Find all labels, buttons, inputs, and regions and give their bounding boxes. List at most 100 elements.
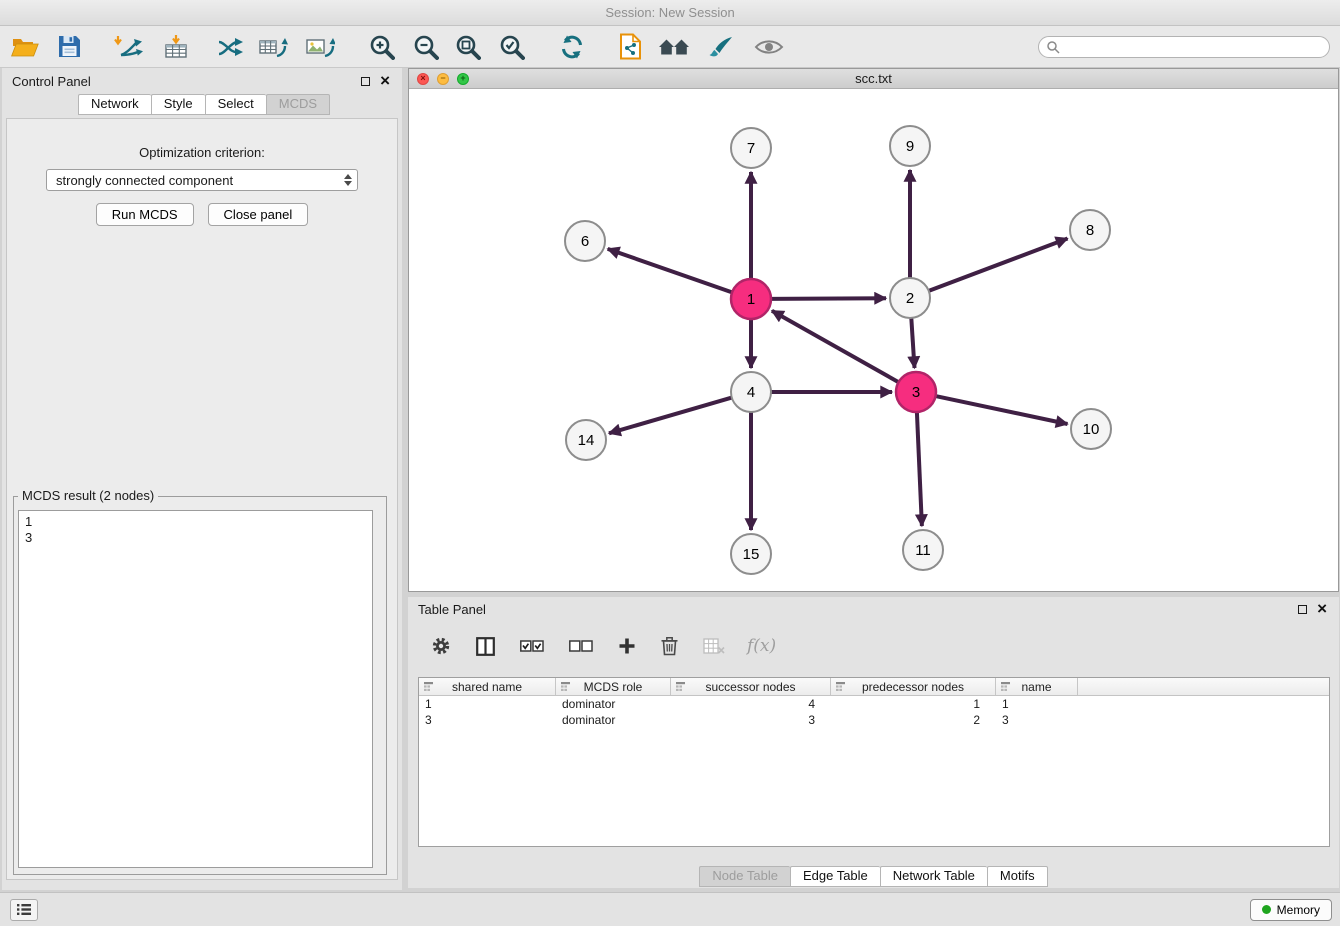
svg-text:2: 2	[906, 290, 914, 307]
graph-edge-2-3[interactable]	[911, 318, 914, 368]
graph-edge-4-14[interactable]	[609, 398, 732, 434]
cell-successor-nodes: 4	[671, 697, 831, 711]
graph-edge-1-6[interactable]	[608, 249, 732, 293]
new-network-from-table-button[interactable]	[256, 33, 291, 61]
export-image-button[interactable]	[303, 33, 338, 61]
dropdown-stepper-icon	[344, 174, 352, 186]
close-panel-icon[interactable]: ×	[380, 75, 390, 87]
graph-node-6[interactable]: 6	[565, 221, 605, 261]
close-window-icon[interactable]: ×	[417, 73, 429, 85]
table-tab-edge-table[interactable]: Edge Table	[790, 866, 880, 887]
column-header-successor-nodes[interactable]: successor nodes	[671, 678, 831, 695]
zoom-selected-icon	[499, 34, 525, 60]
column-type-icon	[423, 681, 434, 692]
table-row[interactable]: 3dominator323	[419, 712, 1329, 728]
zoom-out-button[interactable]	[410, 32, 442, 62]
delete-column-button[interactable]	[658, 634, 681, 658]
graph-edge-3-11[interactable]	[917, 412, 922, 526]
document-network-icon	[619, 33, 642, 60]
table-settings-button[interactable]	[428, 634, 454, 658]
open-session-button[interactable]	[8, 34, 42, 60]
apply-style-button[interactable]	[705, 33, 737, 61]
show-columns-button[interactable]	[473, 635, 498, 658]
select-all-columns-button[interactable]	[517, 637, 547, 655]
control-panel-tab-mcds[interactable]: MCDS	[266, 94, 330, 115]
minimize-window-icon[interactable]: −	[437, 73, 449, 85]
table-panel-header: Table Panel ×	[408, 597, 1339, 621]
svg-text:6: 6	[581, 233, 589, 250]
graph-node-7[interactable]: 7	[731, 128, 771, 168]
zoom-fit-button[interactable]	[452, 32, 484, 62]
window-titlebar: Session: New Session	[0, 0, 1340, 26]
panel-toggle-button[interactable]	[10, 899, 38, 921]
control-panel-tab-network[interactable]: Network	[78, 94, 151, 115]
refresh-icon	[559, 34, 585, 60]
graph-edge-2-8[interactable]	[929, 239, 1068, 291]
show-hide-button[interactable]	[751, 35, 787, 59]
cell-MCDS-role: dominator	[556, 697, 671, 711]
network-window-title: scc.txt	[855, 71, 892, 86]
svg-text:4: 4	[747, 384, 755, 401]
table-panel-tabs: Node TableEdge TableNetwork TableMotifs	[408, 866, 1339, 887]
node-table-header: shared nameMCDS rolesuccessor nodesprede…	[419, 678, 1329, 696]
status-bar: Memory	[0, 892, 1340, 926]
graph-node-2[interactable]: 2	[890, 278, 930, 318]
graph-edge-3-10[interactable]	[936, 396, 1068, 424]
refresh-button[interactable]	[556, 32, 588, 62]
graph-node-8[interactable]: 8	[1070, 210, 1110, 250]
graph-edge-3-1[interactable]	[772, 311, 899, 382]
gear-icon	[431, 636, 451, 656]
criterion-dropdown-value: strongly connected component	[56, 173, 233, 188]
network-canvas[interactable]: 7 9 6 8 1 2 4 3 14 10 15 11	[409, 90, 1338, 593]
copy-network-button[interactable]	[616, 31, 645, 62]
create-column-button[interactable]	[615, 635, 639, 657]
column-header-predecessor-nodes[interactable]: predecessor nodes	[831, 678, 996, 695]
trash-icon	[661, 636, 678, 656]
table-tab-network-table[interactable]: Network Table	[880, 866, 987, 887]
import-network-button[interactable]	[110, 32, 146, 61]
unselect-all-columns-button[interactable]	[566, 637, 596, 655]
eye-icon	[754, 37, 784, 57]
import-table-button[interactable]	[160, 32, 192, 62]
graph-node-11[interactable]: 11	[903, 530, 943, 570]
network-view-window: × − + scc.txt 7 9 6 8 1 2 4 3 14 10 15 11	[408, 68, 1339, 592]
run-mcds-button[interactable]: Run MCDS	[96, 203, 194, 226]
graph-node-1[interactable]: 1	[731, 279, 771, 319]
network-arrows-icon	[217, 35, 243, 59]
maximize-window-icon[interactable]: +	[457, 73, 469, 85]
svg-text:8: 8	[1086, 222, 1094, 239]
close-table-panel-icon[interactable]: ×	[1317, 603, 1327, 615]
criterion-dropdown[interactable]: strongly connected component	[46, 169, 358, 191]
graph-node-14[interactable]: 14	[566, 420, 606, 460]
zoom-in-button[interactable]	[366, 32, 398, 62]
search-box[interactable]	[1038, 36, 1330, 58]
zoom-out-icon	[413, 34, 439, 60]
float-table-panel-icon[interactable]	[1298, 605, 1307, 614]
search-icon	[1046, 40, 1060, 54]
graph-node-15[interactable]: 15	[731, 534, 771, 574]
table-row[interactable]: 1dominator411	[419, 696, 1329, 712]
column-header-name[interactable]: name	[996, 678, 1078, 695]
float-panel-icon[interactable]	[361, 77, 370, 86]
first-neighbors-button[interactable]	[655, 34, 693, 60]
control-panel-tab-style[interactable]: Style	[151, 94, 205, 115]
new-network-button[interactable]	[214, 33, 246, 61]
graph-edge-1-2[interactable]	[771, 298, 886, 299]
table-tab-node-table[interactable]: Node Table	[699, 866, 790, 887]
close-panel-button[interactable]: Close panel	[208, 203, 309, 226]
graph-node-3[interactable]: 3	[896, 372, 936, 412]
column-header-shared-name[interactable]: shared name	[419, 678, 556, 695]
graph-node-9[interactable]: 9	[890, 126, 930, 166]
search-input[interactable]	[1064, 38, 1329, 56]
control-panel-tab-select[interactable]: Select	[205, 94, 266, 115]
memory-button[interactable]: Memory	[1250, 899, 1332, 921]
graph-node-10[interactable]: 10	[1071, 409, 1111, 449]
table-panel: Table Panel ×	[408, 597, 1339, 888]
zoom-selected-button[interactable]	[496, 32, 528, 62]
mcds-result-text[interactable]: 1 3	[18, 510, 373, 868]
column-header-MCDS-role[interactable]: MCDS role	[556, 678, 671, 695]
save-session-button[interactable]	[55, 33, 84, 60]
graph-node-4[interactable]: 4	[731, 372, 771, 412]
network-window-titlebar[interactable]: × − + scc.txt	[409, 69, 1338, 89]
table-tab-motifs[interactable]: Motifs	[987, 866, 1048, 887]
